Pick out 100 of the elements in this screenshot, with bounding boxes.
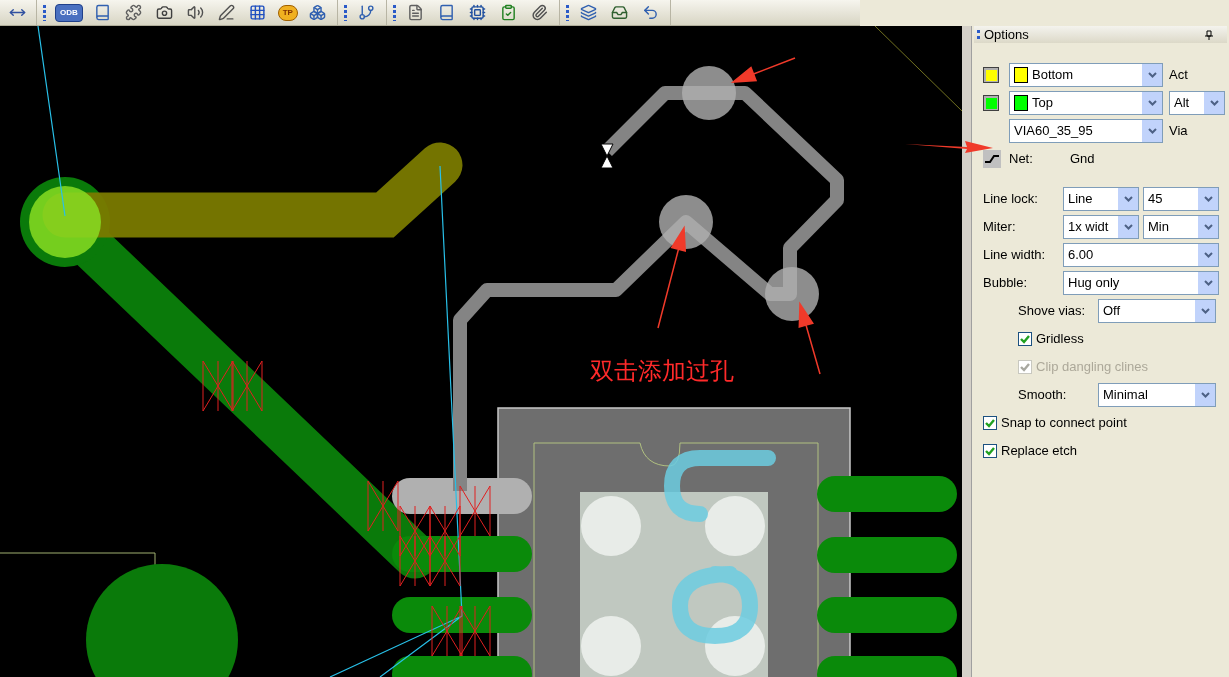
- paperclip-icon: [531, 4, 549, 21]
- dropdown-arrow-button[interactable]: [1195, 300, 1215, 322]
- undo-arrow-icon: [642, 4, 660, 21]
- marker-drawing: [429, 535, 461, 587]
- chevron-down-icon: [1123, 196, 1133, 202]
- checkmark-icon: [1020, 334, 1030, 344]
- field-label: Smooth:: [1018, 386, 1068, 405]
- trace-icon: [985, 155, 999, 163]
- checkmark-icon: [1020, 362, 1030, 372]
- dropdown-value: Off: [1103, 302, 1121, 321]
- checkbox[interactable]: [1018, 332, 1032, 346]
- dropdown[interactable]: Alt: [1169, 91, 1225, 115]
- dropdown-value: Alt: [1174, 94, 1190, 113]
- chevron-down-icon: [1147, 128, 1157, 134]
- dropdown-value: 6.00: [1068, 246, 1094, 265]
- dropdown-value: 1x widt: [1068, 218, 1109, 237]
- book-icon: [94, 4, 112, 21]
- pointer-arrow: [730, 57, 796, 83]
- checkbox[interactable]: [983, 444, 997, 458]
- dropdown-arrow-button[interactable]: [1142, 64, 1162, 86]
- checkbox[interactable]: [983, 416, 997, 430]
- dropdown[interactable]: 6.00: [1063, 243, 1219, 267]
- dropdown[interactable]: Hug only: [1063, 271, 1219, 295]
- checkmark-icon: [985, 418, 995, 428]
- highlight-pad: [29, 186, 101, 258]
- dropdown-arrow-button[interactable]: [1198, 188, 1218, 210]
- chevron-down-icon: [1147, 72, 1157, 78]
- dropdown[interactable]: Line: [1063, 187, 1139, 211]
- chevron-down-icon: [1203, 224, 1213, 230]
- blocks-icon: [309, 4, 327, 21]
- dropdown[interactable]: 1x widt: [1063, 215, 1139, 239]
- document-icon: [407, 4, 425, 21]
- hourglass-cursor-icon: [600, 143, 614, 169]
- field-label: Miter:: [983, 218, 1017, 237]
- dropdown-value: Top: [1032, 94, 1053, 113]
- camera-icon: [156, 4, 174, 21]
- dropdown-arrow-button[interactable]: [1198, 272, 1218, 294]
- net-button[interactable]: [983, 150, 1001, 168]
- marker-drawing: [399, 505, 431, 557]
- checkbox-label: Gridless: [1036, 330, 1084, 349]
- panel-title: Options: [984, 25, 1029, 44]
- dropdown[interactable]: 45: [1143, 187, 1219, 211]
- toolbar-button[interactable]: ODB: [55, 3, 83, 22]
- chevron-down-icon: [1200, 308, 1210, 314]
- dropdown-arrow-button[interactable]: [1118, 188, 1138, 210]
- chevron-down-icon: [1203, 280, 1213, 286]
- checkbox-label: Clip dangling clines: [1036, 358, 1148, 377]
- dropdown[interactable]: Top: [1009, 91, 1163, 115]
- dropdown[interactable]: Bottom: [1009, 63, 1163, 87]
- via: [765, 267, 819, 321]
- field-label: Line width:: [983, 246, 1047, 265]
- layers-icon: [580, 4, 598, 21]
- via: [682, 66, 736, 120]
- dropdown-value: Minimal: [1103, 386, 1148, 405]
- chevron-down-icon: [1203, 196, 1213, 202]
- field-label: Bubble:: [983, 274, 1029, 293]
- checkbox-label: Replace etch: [1001, 442, 1077, 461]
- marker-drawing: [429, 505, 461, 557]
- speaker-icon: [187, 4, 205, 21]
- chevron-down-icon: [1209, 100, 1219, 106]
- marker-drawing: [459, 485, 491, 537]
- dropdown-arrow-button[interactable]: [1198, 244, 1218, 266]
- dropdown-arrow-button[interactable]: [1118, 216, 1138, 238]
- marker-drawing: [399, 535, 431, 587]
- dropdown-arrow-button[interactable]: [1195, 384, 1215, 406]
- marker-drawing: [367, 480, 399, 532]
- marker-drawing: [459, 605, 491, 657]
- chevron-down-icon: [1203, 252, 1213, 258]
- dropdown-arrow-button[interactable]: [1142, 92, 1162, 114]
- dropdown-arrow-button[interactable]: [1198, 216, 1218, 238]
- dropdown-arrow-button[interactable]: [1142, 120, 1162, 142]
- puzzle-icon: [125, 4, 143, 21]
- net-value: Gnd: [1070, 150, 1095, 169]
- annotation-text: 双击添加过孔: [590, 356, 734, 387]
- checkbox-label: Snap to connect point: [1001, 414, 1127, 433]
- chip-icon: [469, 4, 487, 21]
- toolbar-grip-icon: [392, 4, 396, 21]
- layer-role-label: Act: [1169, 66, 1188, 85]
- pin-icon[interactable]: [1205, 29, 1213, 40]
- via-label: Via: [1169, 122, 1188, 141]
- checklist-icon: [500, 4, 518, 21]
- marker-drawing: [202, 360, 234, 412]
- dropdown[interactable]: VIA60_35_95: [1009, 119, 1163, 143]
- pen-icon: [218, 4, 236, 21]
- book-icon: [438, 4, 456, 21]
- dropdown-value: VIA60_35_95: [1014, 122, 1093, 141]
- toolbar-button[interactable]: TP: [277, 4, 298, 21]
- toolbar-grip-icon: [343, 4, 347, 21]
- chevron-down-icon: [1200, 392, 1210, 398]
- dropdown[interactable]: Min: [1143, 215, 1219, 239]
- dropdown[interactable]: Minimal: [1098, 383, 1216, 407]
- marker-drawing: [431, 605, 463, 657]
- chevron-down-icon: [1123, 224, 1133, 230]
- dropdown-arrow-button[interactable]: [1204, 92, 1224, 114]
- checkmark-icon: [985, 446, 995, 456]
- tray-icon: [611, 4, 629, 21]
- toolbar-grip-icon: [565, 4, 569, 21]
- toolbar-grip-icon: [43, 4, 46, 21]
- dropdown[interactable]: Off: [1098, 299, 1216, 323]
- pcb-canvas[interactable]: 双击添加过孔: [0, 26, 962, 677]
